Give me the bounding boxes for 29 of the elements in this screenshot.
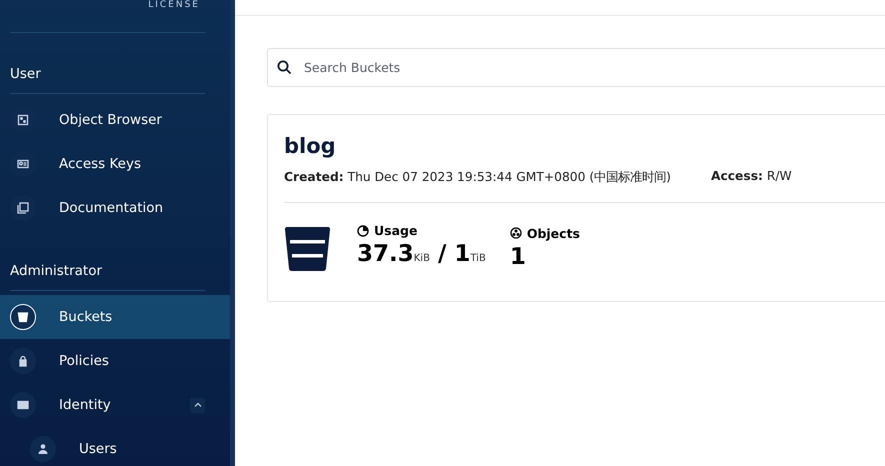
section-title: Administrator [10, 264, 104, 278]
bucket-icon [10, 304, 36, 330]
search-field[interactable]: Search Buckets [267, 48, 885, 87]
lock-icon [10, 348, 36, 374]
access-text: Access: R/W [710, 169, 792, 185]
sidebar-item[interactable]: Buckets [0, 295, 230, 339]
bucket-icon [284, 224, 331, 272]
logo-caption: LICENSE [148, 0, 200, 10]
objects-label: Objects [526, 226, 580, 240]
search-icon [277, 60, 292, 75]
collapse-button[interactable] [190, 398, 205, 412]
usage-label: Usage [374, 223, 418, 238]
objects-icon [510, 227, 522, 239]
card-icon [10, 392, 36, 418]
sidebar-item[interactable]: Documentation [0, 186, 230, 230]
documents-icon [10, 195, 36, 221]
created-text: Created: Thu Dec 07 2023 19:53:44 GMT+0800 (中国标准时间) [284, 169, 671, 186]
sidebar-item[interactable]: Policies [0, 339, 230, 383]
bucket-card[interactable]: blog Created: Thu Dec 07 2023 19:53:44 GMT+0800 (中国标准时间) Access: R/W Usage 37.3 KiB / 1TiB Objects 1 [267, 114, 885, 302]
sidebar-item[interactable]: Object Browser [0, 98, 230, 142]
sidebar-item[interactable]: Users [0, 427, 230, 466]
pie-chart-icon [357, 224, 369, 236]
sidebar-item[interactable]: Identity [0, 383, 230, 427]
bucket-name: blog [284, 133, 337, 159]
objects-count: 1 [510, 242, 527, 270]
user-icon [30, 436, 56, 462]
sidebar-item[interactable]: Access Keys [0, 142, 230, 186]
section-title: User [10, 67, 42, 81]
usage-value: 37.3 KiB / 1TiB [357, 240, 486, 269]
